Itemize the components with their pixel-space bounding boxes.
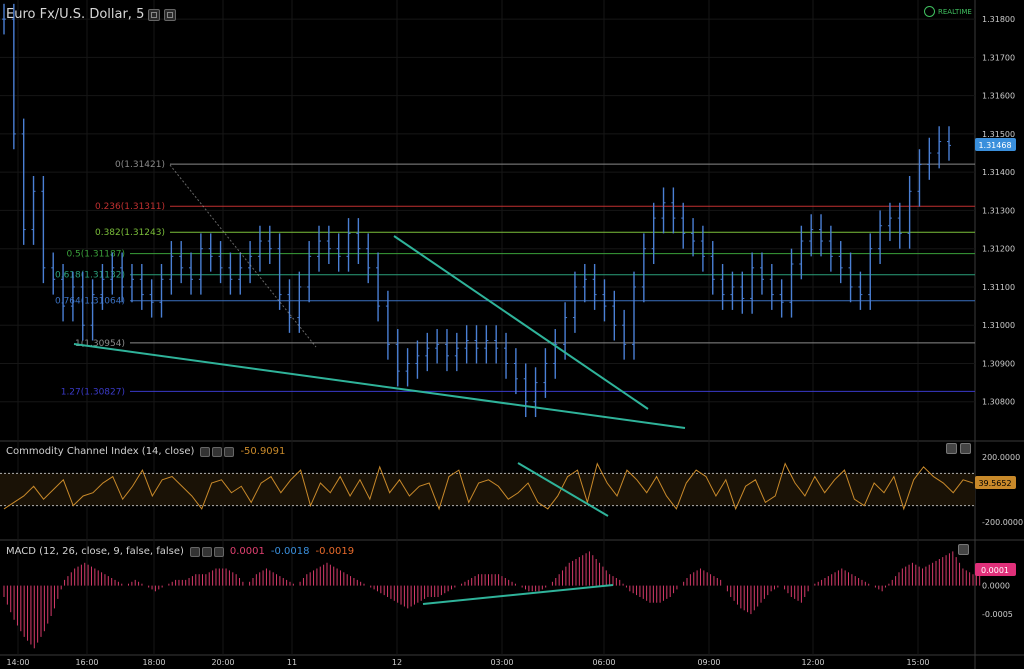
price-tick-label: 1.30900 <box>982 359 1015 368</box>
x-tick-label: 15:00 <box>906 658 929 667</box>
cci-panel-down-icon[interactable] <box>960 443 971 454</box>
price-tick-label: 1.31600 <box>982 92 1015 101</box>
macd-panel-buttons <box>958 544 969 555</box>
cci-panel-up-icon[interactable] <box>946 443 957 454</box>
macd-hide-icon[interactable] <box>201 546 212 557</box>
fib-level-label: 0.236(1.31311) <box>95 202 165 212</box>
x-tick-label: 20:00 <box>211 658 234 667</box>
macd-value-3: -0.0019 <box>315 546 355 557</box>
cci-panel-buttons <box>946 443 971 454</box>
chart-canvas: 1.31800 1.31700 1.31600 1.31500 1.31400 1.313… <box>0 0 1024 669</box>
fib-level-label: 0.5(1.31187) <box>66 250 125 260</box>
fib-level-label: 0.382(1.31243) <box>95 228 165 238</box>
macd-controls <box>189 546 224 557</box>
price-tick-label: 1.31400 <box>982 168 1015 177</box>
cci-tick-label: 200.0000 <box>982 453 1020 462</box>
fib-level-label: 0.618(1.31132) <box>55 271 125 281</box>
fib-level-label: 0.764(1.31064) <box>55 297 125 307</box>
macd-tick-label: -0.0005 <box>982 610 1013 619</box>
cci-tick-label: -200.0000 <box>982 518 1023 527</box>
realtime-badge: REALTIME <box>924 6 972 17</box>
macd-panel-up-icon[interactable] <box>958 544 969 555</box>
macd-value-2: -0.0018 <box>270 546 310 557</box>
x-tick-label: 16:00 <box>75 658 98 667</box>
price-tick-label: 1.31000 <box>982 321 1015 330</box>
cci-last-marker: 39.5652 <box>975 476 1016 489</box>
fibonacci-levels: 0(1.31421) 0.236(1.31311) 0.382(1.31243) 0.… <box>55 160 975 397</box>
macd-value-1: 0.0001 <box>229 546 265 557</box>
x-tick-label: 12 <box>392 658 402 667</box>
macd-label-bar: MACD (12, 26, close, 9, false, false) 0.… <box>6 546 354 557</box>
chart-title-bar: Euro Fx/U.S. Dollar, 5 <box>6 7 177 22</box>
price-tick-label: 1.31200 <box>982 245 1015 254</box>
cci-hide-icon[interactable] <box>212 446 223 457</box>
clock-icon <box>924 6 935 17</box>
cci-last-label: 39.5652 <box>978 479 1011 488</box>
cci-controls <box>200 446 235 457</box>
x-tick-label: 03:00 <box>490 658 513 667</box>
price-tick-label: 1.31800 <box>982 15 1015 24</box>
cci-close-icon[interactable] <box>224 446 235 457</box>
x-axis: 14:00 16:00 18:00 20:00 11 12 03:00 06:00 09:00 1… <box>6 658 929 667</box>
config-icon[interactable] <box>164 8 177 21</box>
macd-last-marker: 0.0001 <box>975 563 1016 576</box>
cci-band <box>0 473 975 506</box>
chart-title: Euro Fx/U.S. Dollar, 5 <box>6 7 145 22</box>
macd-last-label: 0.0001 <box>981 566 1009 575</box>
last-price-marker: 1.31468 <box>975 138 1016 151</box>
cci-title: Commodity Channel Index (14, close) <box>6 446 195 457</box>
macd-settings-icon[interactable] <box>189 546 200 557</box>
cci-value: -50.9091 <box>240 446 286 457</box>
realtime-label: REALTIME <box>938 7 972 16</box>
trendline-resistance[interactable] <box>393 235 649 410</box>
x-tick-label: 09:00 <box>697 658 720 667</box>
cci-panel: 200.0000 -200.0000 <box>0 453 1023 527</box>
last-price-label: 1.31468 <box>978 141 1011 150</box>
x-tick-label: 14:00 <box>6 658 29 667</box>
macd-title: MACD (12, 26, close, 9, false, false) <box>6 546 184 557</box>
price-tick-label: 1.31700 <box>982 53 1015 62</box>
x-tick-label: 18:00 <box>142 658 165 667</box>
macd-tick-label: 0.0000 <box>982 582 1010 591</box>
fib-level-label: 1.27(1.30827) <box>61 387 125 397</box>
price-tick-label: 1.31300 <box>982 206 1015 215</box>
cci-settings-icon[interactable] <box>200 446 211 457</box>
cci-label-bar: Commodity Channel Index (14, close) -50.… <box>6 446 285 457</box>
trendline-support[interactable] <box>73 343 686 429</box>
x-tick-label: 06:00 <box>592 658 615 667</box>
fib-level-label: 0(1.31421) <box>115 160 165 170</box>
price-tick-label: 1.30800 <box>982 398 1015 407</box>
fib-anchor-line <box>169 164 317 348</box>
grid-lines <box>0 0 1024 669</box>
price-tick-label: 1.31100 <box>982 283 1015 292</box>
x-tick-label: 12:00 <box>801 658 824 667</box>
macd-close-icon[interactable] <box>213 546 224 557</box>
price-tick-label: 1.31500 <box>982 130 1015 139</box>
settings-icon[interactable] <box>148 8 161 21</box>
x-tick-label: 11 <box>287 658 297 667</box>
macd-panel: 0.0000 -0.0005 <box>3 551 1013 649</box>
